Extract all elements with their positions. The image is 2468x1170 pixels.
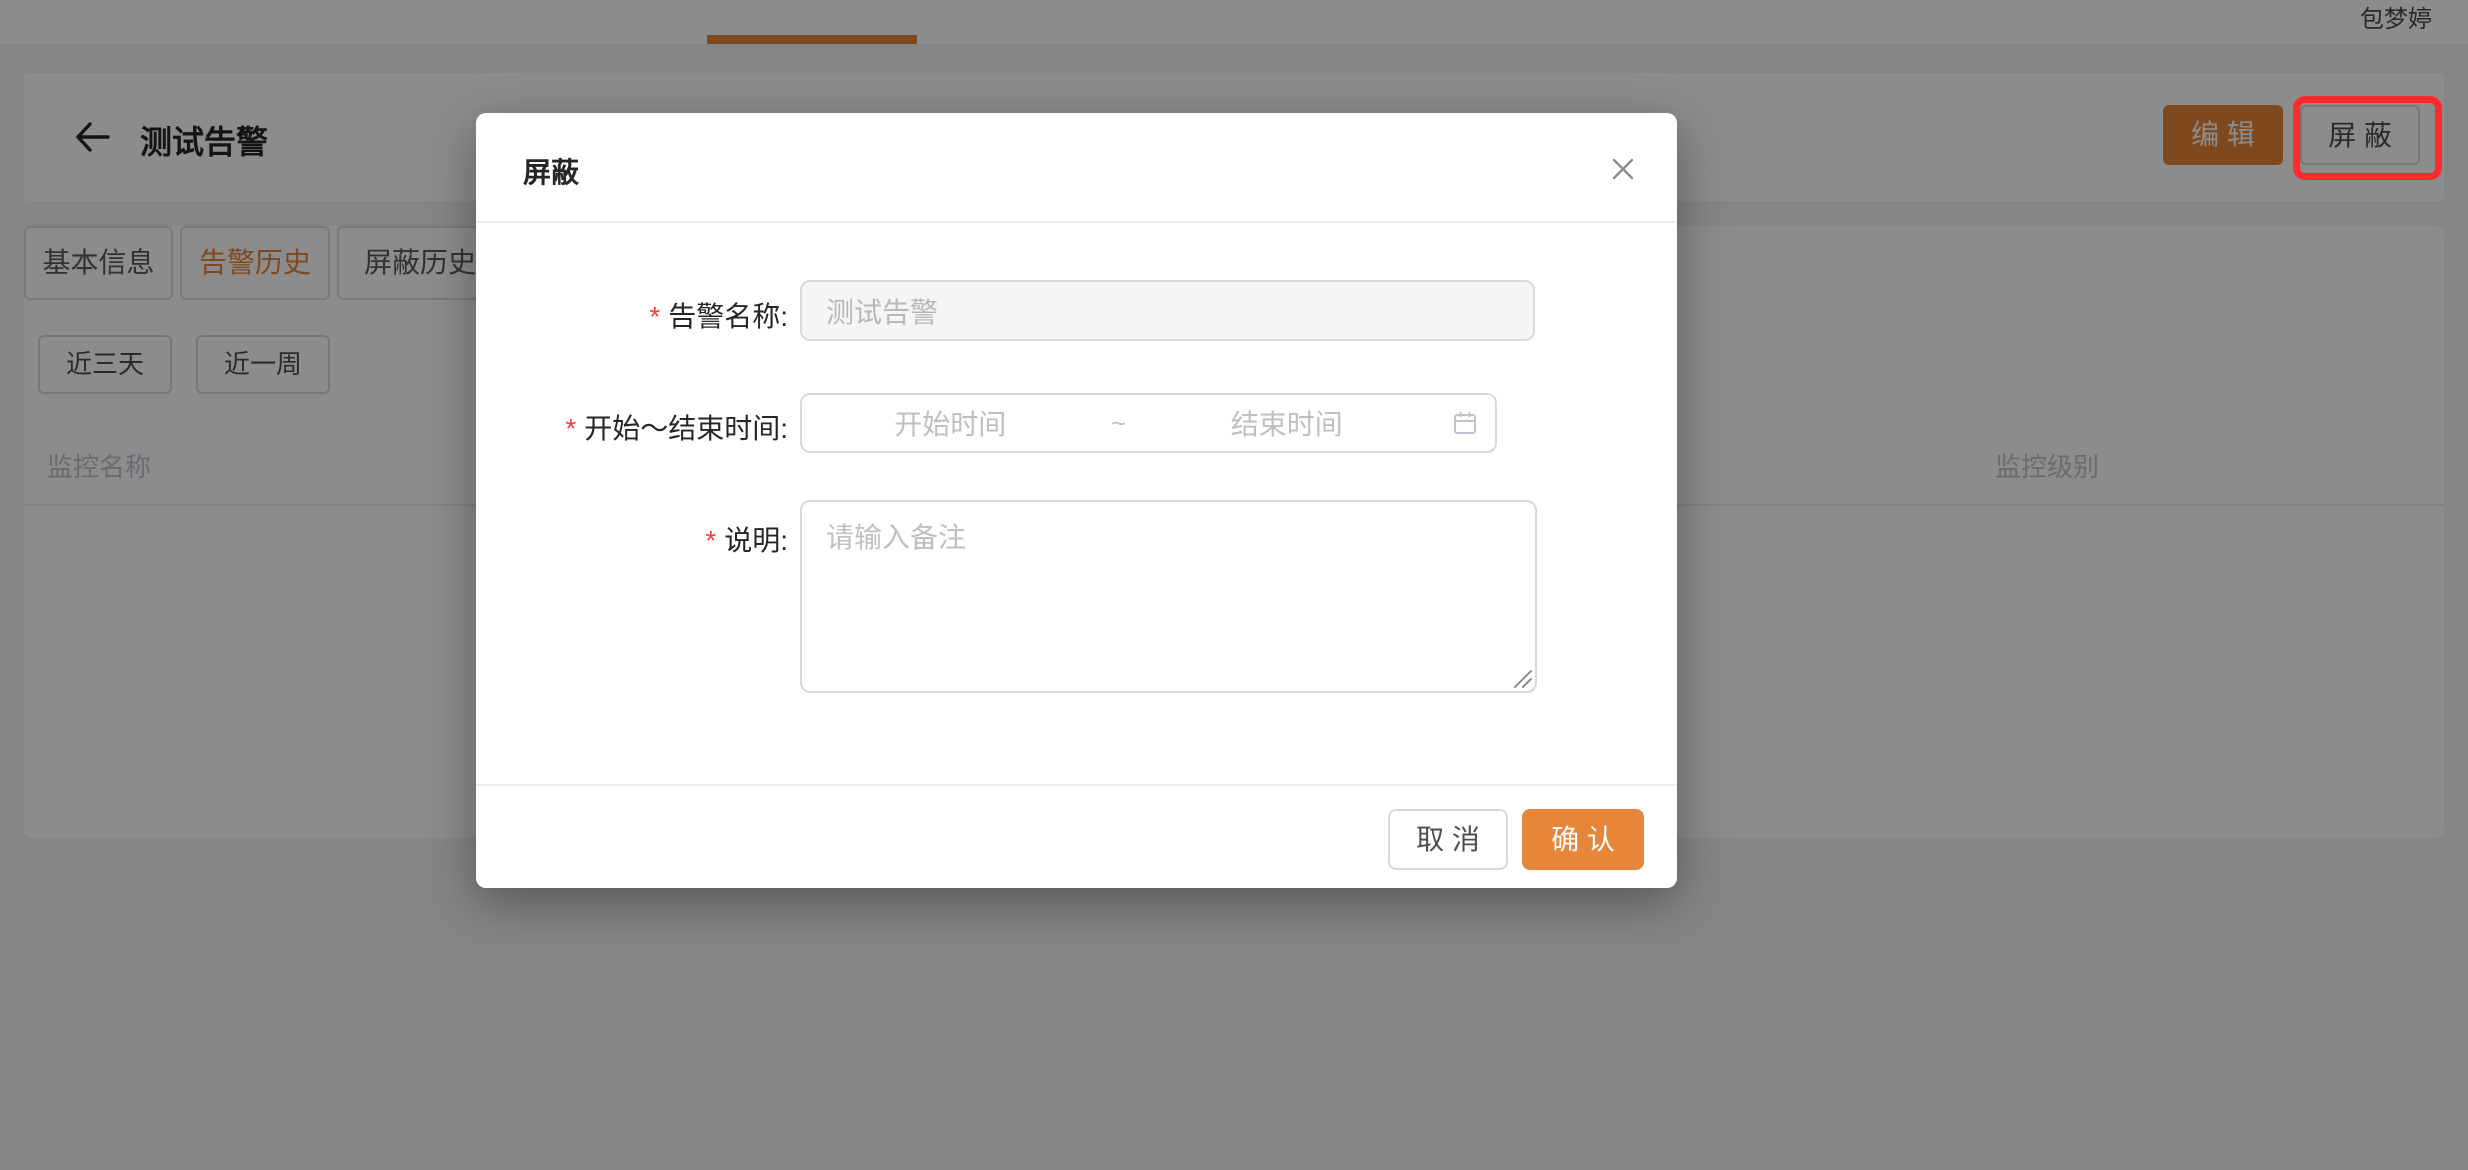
range-separator: ~	[1099, 408, 1139, 439]
cancel-button[interactable]: 取 消	[1388, 809, 1508, 870]
screen: 包梦婷 测试告警 编 辑 屏 蔽 基本信息 告警历史 屏蔽历史 近三天 近一周 …	[0, 0, 2468, 1170]
close-icon	[1609, 155, 1637, 183]
remark-label: *说明:	[476, 519, 788, 559]
time-range-picker[interactable]: 开始时间 ~ 结束时间	[800, 393, 1497, 453]
start-time-placeholder[interactable]: 开始时间	[802, 403, 1099, 443]
dialog-header: 屏蔽	[476, 113, 1677, 223]
close-button[interactable]	[1609, 155, 1637, 183]
confirm-button[interactable]: 确 认	[1522, 809, 1644, 870]
required-asterisk: *	[565, 413, 576, 444]
required-asterisk: *	[649, 301, 660, 332]
alert-name-label: *告警名称:	[476, 295, 788, 335]
dialog-footer: 取 消 确 认	[476, 784, 1677, 888]
end-time-placeholder[interactable]: 结束时间	[1139, 403, 1436, 443]
dialog-title: 屏蔽	[523, 151, 579, 191]
remark-textarea[interactable]	[800, 500, 1537, 693]
time-range-label: *开始～结束时间:	[476, 407, 788, 447]
shield-dialog: 屏蔽 *告警名称: *开始～结束时间: 开始时间 ~ 结束时间	[476, 113, 1677, 888]
calendar-icon	[1451, 409, 1479, 437]
required-asterisk: *	[705, 525, 716, 556]
remark-field	[800, 500, 1537, 693]
alert-name-input	[800, 280, 1535, 341]
